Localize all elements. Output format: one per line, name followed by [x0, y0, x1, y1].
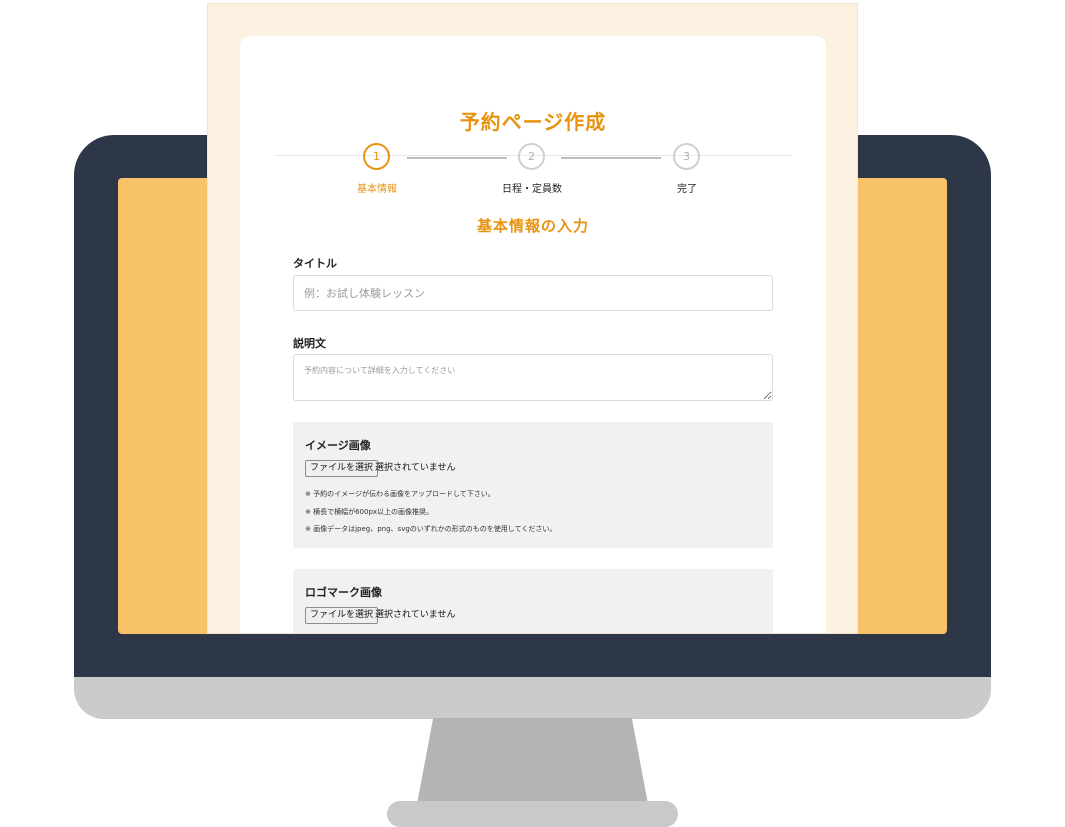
- image-note-3: ※ 画像データはjpeg、png、svgのいずれかの形式のものを使用してください…: [305, 525, 557, 533]
- title-input[interactable]: [293, 275, 773, 311]
- step-1-label: 基本情報: [357, 184, 397, 195]
- logo-upload-panel: ロゴマーク画像 ファイルを選択 選択されていません: [293, 569, 773, 633]
- step-connector-2: [561, 157, 661, 159]
- step-connector-1: [407, 157, 507, 159]
- image-upload-label: イメージ画像: [305, 439, 371, 452]
- monitor-stand-base: [387, 801, 678, 827]
- image-file-status: 選択されていません: [375, 463, 456, 473]
- step-2-label: 日程・定員数: [502, 184, 562, 195]
- monitor-chin: [74, 677, 991, 719]
- logo-upload-label: ロゴマーク画像: [305, 586, 382, 599]
- image-file-select-button[interactable]: ファイルを選択: [305, 460, 379, 477]
- image-upload-panel: イメージ画像 ファイルを選択 選択されていません ※ 予約のイメージが伝わる画像…: [293, 422, 773, 548]
- image-note-2: ※ 横長で横幅が600px以上の画像推奨。: [305, 508, 434, 516]
- page-title: 予約ページ作成: [459, 110, 607, 134]
- step-3-indicator: 3: [673, 143, 700, 170]
- step-2-indicator: 2: [518, 143, 545, 170]
- step-3-label: 完了: [677, 184, 697, 195]
- section-title: 基本情報の入力: [476, 217, 589, 235]
- form-card: 予約ページ作成 1 2 3 基本情報 日程・定員数 完了 基本情報の入力 タイト…: [240, 36, 826, 633]
- description-textarea[interactable]: [293, 354, 773, 401]
- logo-file-status: 選択されていません: [375, 610, 456, 620]
- logo-file-select-button[interactable]: ファイルを選択: [305, 607, 379, 624]
- description-field-label: 説明文: [293, 337, 326, 350]
- reservation-page-window: 予約ページ作成 1 2 3 基本情報 日程・定員数 完了 基本情報の入力 タイト…: [207, 3, 858, 634]
- image-note-1: ※ 予約のイメージが伝わる画像をアップロードして下さい。: [305, 490, 495, 498]
- title-field-label: タイトル: [293, 257, 337, 270]
- step-1-indicator: 1: [363, 143, 390, 170]
- monitor-stand-neck: [417, 718, 648, 804]
